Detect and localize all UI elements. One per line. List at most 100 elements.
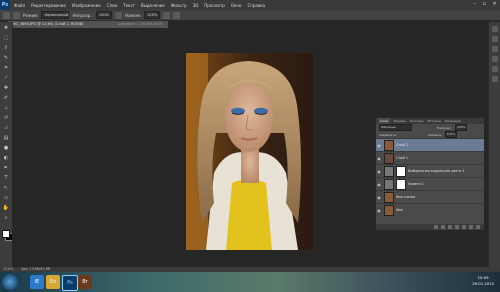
layers-panel: Слои Каналы Контуры История Операции Обы… [375,117,485,231]
layer-row[interactable]: ◉ Слой 2 [376,138,484,151]
layer-mask-thumbnail[interactable] [396,178,406,190]
photoshop-app-icon[interactable]: Ps [62,275,78,291]
foreground-color-swatch[interactable] [2,230,10,238]
adjustment-layer-icon[interactable] [455,225,459,229]
tab-history[interactable]: История [428,118,441,124]
blur-tool-icon[interactable]: ● [2,144,10,152]
quick-select-tool-icon[interactable]: ✎ [2,54,10,62]
menu-layers[interactable]: Слои [107,3,117,8]
clone-source-panel-icon[interactable] [492,76,498,82]
layer-name: Слой 2 [396,143,409,147]
trash-icon[interactable] [476,225,480,229]
layer-row[interactable]: ◉ Фон [376,203,484,216]
clock[interactable]: 10:09 29.01.2015 [472,275,494,287]
pressure-size-icon[interactable] [173,11,181,19]
properties-panel-icon[interactable] [492,36,498,42]
hand-tool-icon[interactable]: ✋ [2,204,10,212]
menu-select[interactable]: Выделение [141,3,165,8]
menu-bar: Ps Файл Редактирование Изображение Слои … [0,0,500,10]
new-group-icon[interactable] [462,225,466,229]
ie-app-icon[interactable]: IE [30,275,44,289]
menu-help[interactable]: Справка [247,3,265,8]
opacity-field[interactable]: 100% [95,11,113,19]
history-brush-tool-icon[interactable]: ↺ [2,114,10,122]
document-image[interactable] [186,53,313,250]
lock-label: Закрепить: [379,132,397,137]
menu-window[interactable]: Окно [231,3,242,8]
layer-thumbnail [384,204,394,216]
paragraph-panel-icon[interactable] [492,56,498,62]
photoshop-logo-icon: Ps [0,0,10,10]
move-tool-icon[interactable]: ✥ [2,24,10,32]
maximize-button[interactable]: ▫ [481,1,488,8]
zoom-tool-icon[interactable]: ⌕ [2,214,10,222]
healing-tool-icon[interactable]: ✚ [2,84,10,92]
options-bar: Режим: Нормальный Непрозр.: 100% Нажим: … [0,10,500,21]
type-tool-icon[interactable]: T [2,174,10,182]
brush-panel-icon-right[interactable] [492,66,498,72]
window-controls: – ▫ ✕ [471,1,498,8]
layer-mask-thumbnail[interactable] [396,165,406,177]
layer-thumbnail [384,191,394,203]
bridge-app-icon[interactable]: Br [78,275,92,289]
flow-label: Нажим: [125,12,142,18]
mode-label: Режим: [23,12,39,18]
layer-fill-field[interactable]: 100% [444,131,457,138]
airbrush-icon[interactable] [163,11,171,19]
menu-3d[interactable]: 3D [193,3,199,8]
gradient-tool-icon[interactable]: ▤ [2,134,10,142]
portrait-photo [186,53,313,250]
layer-name: Фон [396,208,404,212]
shape-tool-icon[interactable]: ▭ [2,194,10,202]
menu-type[interactable]: Текст [123,3,135,8]
eraser-tool-icon[interactable]: ▱ [2,124,10,132]
explorer-app-icon[interactable]: Ex [46,275,60,289]
menu-edit[interactable]: Редактирование [31,3,66,8]
flow-field[interactable]: 100% [144,11,161,19]
history-panel-icon[interactable] [492,26,498,32]
minimize-button[interactable]: – [471,1,478,8]
eye-icon[interactable]: ◉ [376,169,382,174]
pen-tool-icon[interactable]: ✒ [2,164,10,172]
eye-icon[interactable]: ◉ [376,208,382,213]
close-button[interactable]: ✕ [491,1,498,8]
start-button[interactable] [2,274,18,290]
layer-style-icon[interactable] [441,225,445,229]
menu-view[interactable]: Просмотр [204,3,225,8]
layers-lock-row: Закрепить: Заливка: 100% [376,131,484,138]
brush-tool-icon[interactable]: ✐ [2,94,10,102]
main-menu: Файл Редактирование Изображение Слои Тек… [14,3,265,8]
eye-icon[interactable]: ◉ [376,195,382,200]
right-panel-strip [488,22,500,267]
marquee-tool-icon[interactable]: ⬚ [2,34,10,42]
layer-opacity-field[interactable]: 100% [455,124,468,131]
layer-thumbnail [384,152,394,164]
menu-file[interactable]: Файл [14,3,25,8]
layer-row[interactable]: ◉ Фон копия [376,190,484,203]
lasso-tool-icon[interactable]: ℓ [2,44,10,52]
clone-stamp-tool-icon[interactable]: ⊥ [2,104,10,112]
menu-image[interactable]: Изображение [72,3,101,8]
character-panel-icon[interactable] [492,46,498,52]
eye-icon[interactable]: ◉ [376,182,382,187]
new-layer-icon[interactable] [469,225,473,229]
path-select-tool-icon[interactable]: ↖ [2,184,10,192]
pressure-opacity-icon[interactable] [115,11,123,19]
brush-preset-icon[interactable] [3,11,10,19]
layer-row[interactable]: ◉ Выборочная коррекция цвета 1 [376,164,484,177]
crop-tool-icon[interactable]: ⌗ [2,64,10,72]
link-layers-icon[interactable] [434,225,438,229]
taskbar: IE Ex Ps Br 10:09 29.01.2015 [0,272,500,292]
eye-icon[interactable]: ◉ [376,156,382,161]
blend-mode-select[interactable]: Обычные [379,124,412,131]
menu-filter[interactable]: Фильтр [171,3,187,8]
document-info: Документ: 1,36 М/5,55 М [118,22,163,26]
layer-row[interactable]: ◉ Уровни 1 [376,177,484,190]
eye-icon[interactable]: ◉ [376,143,382,148]
add-mask-icon[interactable] [448,225,452,229]
eyedropper-tool-icon[interactable]: ⁄ [2,74,10,82]
dodge-tool-icon[interactable]: ◐ [2,154,10,162]
mode-select[interactable]: Нормальный [41,11,70,19]
layer-row[interactable]: ◉ Слой 1 [376,151,484,164]
brush-panel-icon[interactable] [13,11,20,19]
